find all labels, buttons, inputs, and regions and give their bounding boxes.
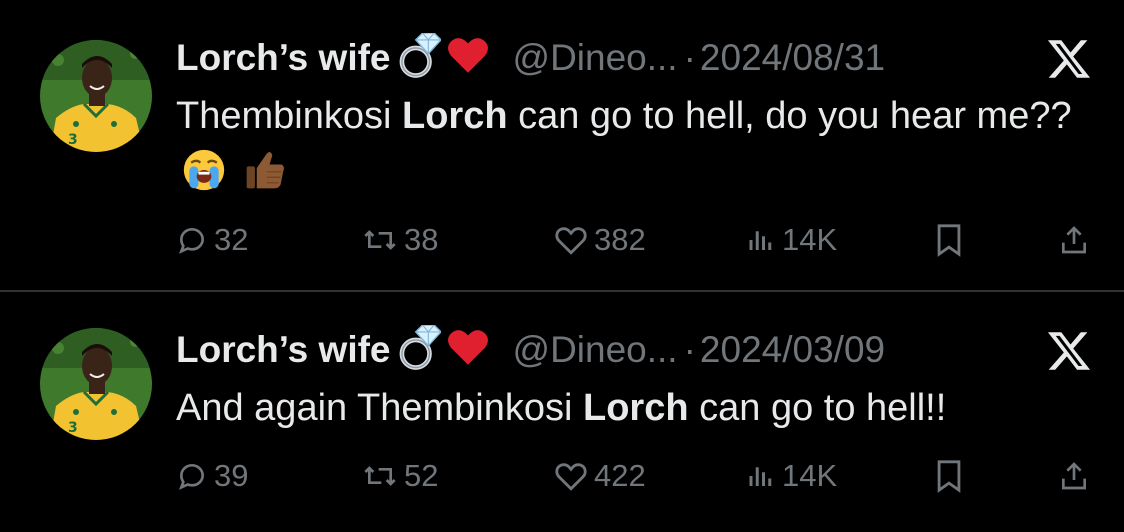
heart-icon bbox=[555, 463, 587, 491]
red-heart-icon bbox=[445, 35, 491, 82]
bookmark-icon bbox=[937, 224, 961, 257]
retweet-icon bbox=[364, 466, 396, 486]
red-heart-icon bbox=[445, 327, 491, 374]
like-button[interactable]: 422 bbox=[554, 454, 646, 498]
like-button[interactable]: 382 bbox=[554, 218, 646, 262]
separator: · bbox=[683, 329, 696, 370]
tweet[interactable]: Lorch’s wife @Dineo... · 2024/08/31 Thembi… bbox=[0, 0, 1124, 260]
retweet-count: 52 bbox=[404, 458, 439, 493]
views-icon bbox=[749, 231, 772, 250]
view-count: 14K bbox=[782, 458, 838, 493]
heart-icon bbox=[555, 227, 587, 255]
handle[interactable]: @Dineo... bbox=[513, 329, 678, 370]
retweet-count: 38 bbox=[404, 222, 439, 257]
tweet-text: And again Thembinkosi Lorch can go to he… bbox=[176, 380, 1086, 436]
like-count: 382 bbox=[594, 222, 646, 257]
x-logo-icon[interactable] bbox=[1046, 36, 1092, 82]
reply-button[interactable]: 39 bbox=[176, 454, 248, 498]
loudly-crying-face-icon bbox=[182, 148, 226, 208]
handle-date: @Dineo... · 2024/03/09 bbox=[513, 329, 886, 371]
reply-count: 39 bbox=[214, 458, 249, 493]
like-count: 422 bbox=[594, 458, 646, 493]
views-icon bbox=[749, 467, 772, 486]
share-button[interactable] bbox=[1058, 218, 1090, 262]
action-bar: 32 38 382 14K bbox=[176, 218, 1096, 262]
tweet-text: Thembinkosi Lorch can go to hell, do you… bbox=[176, 88, 1086, 208]
highlighted-word: Lorch bbox=[401, 95, 508, 137]
view-count: 14K bbox=[782, 222, 838, 257]
highlighted-word: Lorch bbox=[583, 387, 689, 429]
share-icon bbox=[1062, 462, 1086, 490]
views-button[interactable]: 14K bbox=[746, 454, 837, 498]
tweet-header: Lorch’s wife @Dineo... · 2024/08/31 bbox=[176, 30, 885, 86]
share-icon bbox=[1062, 226, 1086, 254]
timestamp[interactable]: 2024/08/31 bbox=[700, 37, 885, 78]
ring-icon bbox=[395, 33, 441, 84]
views-button[interactable]: 14K bbox=[746, 218, 837, 262]
avatar[interactable] bbox=[40, 40, 152, 152]
retweet-icon bbox=[364, 230, 396, 250]
tweet[interactable]: Lorch’s wife @Dineo... · 2024/03/09 And ag… bbox=[0, 292, 1124, 532]
ring-icon bbox=[395, 325, 441, 376]
thumbs-up-icon bbox=[243, 148, 287, 208]
handle-date: @Dineo... · 2024/08/31 bbox=[513, 37, 886, 79]
separator: · bbox=[683, 37, 696, 78]
tweet-header: Lorch’s wife @Dineo... · 2024/03/09 bbox=[176, 322, 885, 378]
text-part: And again Thembinkosi bbox=[176, 387, 583, 429]
reply-icon bbox=[178, 227, 205, 254]
action-bar: 39 52 422 14K bbox=[176, 454, 1096, 498]
text-part: can go to hell!! bbox=[688, 387, 947, 429]
timestamp[interactable]: 2024/03/09 bbox=[700, 329, 885, 370]
bookmark-button[interactable] bbox=[934, 218, 964, 262]
bookmark-button[interactable] bbox=[934, 454, 964, 498]
retweet-button[interactable]: 38 bbox=[362, 218, 438, 262]
reply-count: 32 bbox=[214, 222, 249, 257]
display-name[interactable]: Lorch’s wife bbox=[176, 329, 391, 371]
retweet-button[interactable]: 52 bbox=[362, 454, 438, 498]
reply-button[interactable]: 32 bbox=[176, 218, 248, 262]
text-part: Thembinkosi bbox=[176, 95, 402, 137]
avatar[interactable] bbox=[40, 328, 152, 440]
bookmark-icon bbox=[937, 460, 961, 493]
share-button[interactable] bbox=[1058, 454, 1090, 498]
x-logo-icon[interactable] bbox=[1046, 328, 1092, 374]
text-part: can go to hell, do you hear me?? bbox=[507, 95, 1072, 137]
display-name[interactable]: Lorch’s wife bbox=[176, 37, 391, 79]
handle[interactable]: @Dineo... bbox=[513, 37, 678, 78]
reply-icon bbox=[178, 463, 205, 490]
